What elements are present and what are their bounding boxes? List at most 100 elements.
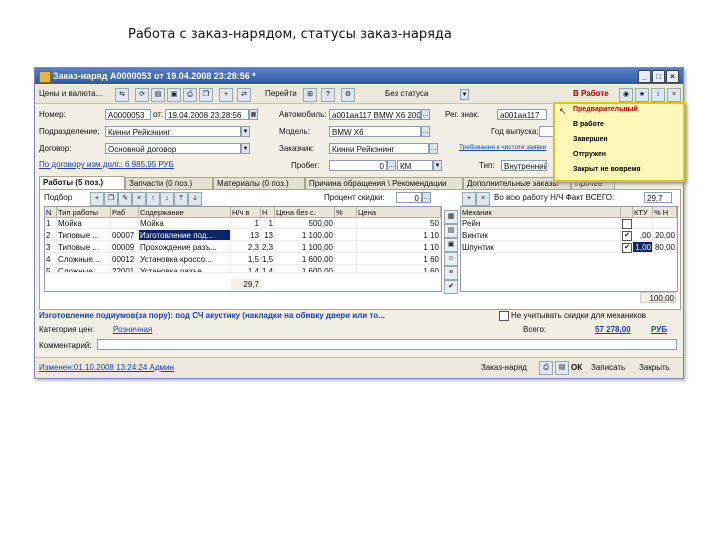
regnum-field[interactable]: a001aa117 [497, 109, 547, 120]
col-norm-hours[interactable]: Н/ч в [231, 207, 261, 218]
mechanics-all-value[interactable]: 29,7 [644, 192, 672, 203]
mileage-spin-button[interactable]: … [387, 160, 396, 171]
cell-n[interactable]: 5 [45, 266, 57, 273]
document-icon[interactable]: ▤ [151, 88, 165, 102]
cell-norm-hours[interactable]: 1,4 [231, 266, 261, 273]
cell-hours[interactable]: 2,3 [261, 242, 275, 253]
cell-work-type[interactable]: Типовые ... [57, 242, 111, 253]
discount-select-button[interactable]: … [422, 192, 431, 203]
cell-content[interactable]: Установка кроссо... [139, 254, 231, 265]
price-category-link[interactable]: Розничная [113, 325, 152, 334]
car-field[interactable]: a001aa117 BMW X6 2008 [329, 109, 421, 120]
cell-mechanic-percent[interactable]: 20,00 [653, 230, 677, 241]
cell-hours[interactable]: 1 [261, 218, 275, 229]
calc-icon[interactable]: ▦ [444, 210, 458, 224]
cell-price-no-discount[interactable]: 1 100,00 [275, 230, 335, 241]
mechanics-add-icon[interactable]: + [462, 192, 476, 206]
prices-currency-menu[interactable]: Цены и валюта... [39, 89, 102, 98]
type-field[interactable]: Внутренний [501, 160, 547, 171]
mechanic-checkbox[interactable] [622, 219, 632, 229]
cell-ktu[interactable]: ,00 [633, 230, 653, 241]
cell-code[interactable] [111, 218, 139, 229]
cell-price[interactable]: 1 60 [357, 254, 441, 265]
cell-code[interactable]: 00007 [111, 230, 139, 241]
cell-content[interactable]: Мойка [139, 218, 231, 229]
col-mechanic-check[interactable] [621, 207, 633, 218]
customer-field[interactable]: Кинни Рейкэнинг [329, 143, 429, 154]
cell-price[interactable]: 50 [357, 218, 441, 229]
close-window-button[interactable]: × [666, 70, 679, 83]
list-icon[interactable]: ≡ [444, 266, 458, 280]
print-order-icon[interactable]: ⎙ [539, 361, 553, 375]
cell-mechanic-percent[interactable]: 80,00 [653, 242, 677, 253]
cell-code[interactable]: 00009 [111, 242, 139, 253]
requirements-link[interactable]: Требования к чистоте заявки [459, 144, 546, 151]
model-select-button[interactable]: … [421, 126, 430, 137]
cell-price-no-discount[interactable]: 1 600,00 [275, 254, 335, 265]
status-dropdown[interactable]: Без статуса [385, 89, 428, 98]
col-price[interactable]: Цена [357, 207, 441, 218]
green-check-icon[interactable]: ✔ [444, 280, 458, 294]
tab-works[interactable]: Работы (5 поз.) [39, 176, 125, 189]
col-n[interactable]: N [45, 207, 57, 218]
cell-percent[interactable] [335, 230, 357, 241]
minimize-button[interactable]: _ [638, 70, 651, 83]
status-icon[interactable]: ◉ [619, 88, 633, 102]
cell-work-type[interactable]: Сложные... [57, 266, 111, 273]
cell-norm-hours[interactable]: 1 [231, 218, 261, 229]
cell-percent[interactable] [335, 254, 357, 265]
currency-link[interactable]: РУБ [651, 325, 667, 334]
changed-link[interactable]: Изменен:01.10.2008 13:24:24 Админ [39, 363, 174, 372]
move-up-icon[interactable]: ↑ [146, 192, 160, 206]
cell-price[interactable]: 1 10 [357, 242, 441, 253]
settings-icon[interactable]: ⚙ [341, 88, 355, 102]
cell-percent[interactable] [335, 242, 357, 253]
mechanic-checkbox[interactable]: ✔ [622, 243, 632, 253]
col-price-no-discount[interactable]: Цена без с. [275, 207, 335, 218]
calendar-icon[interactable]: ▦ [249, 109, 258, 120]
cell-price[interactable]: 1 10 [357, 230, 441, 241]
cell-hours[interactable]: 1,5 [261, 254, 275, 265]
status-current[interactable]: В Работе [573, 89, 609, 98]
col-percent-hours[interactable]: % Н [653, 207, 677, 218]
cell-price-no-discount[interactable]: 1 100,00 [275, 242, 335, 253]
col-mechanic[interactable]: Механик [461, 207, 621, 218]
discount-field[interactable]: 0 [396, 192, 422, 203]
people-icon[interactable]: ☺ [444, 252, 458, 266]
cell-hours[interactable]: 13 [261, 230, 275, 241]
contract-debt-link[interactable]: По договору изм.долг.: 6 985,95 РУБ [39, 160, 174, 169]
cell-price-no-discount[interactable]: 1 600,00 [275, 266, 335, 273]
structure-icon[interactable]: ⊞ [303, 88, 317, 102]
col-content[interactable]: Содержание [139, 207, 231, 218]
navigate-icon[interactable]: ⇄ [237, 88, 251, 102]
cell-hours[interactable]: 1,4 [261, 266, 275, 273]
status-menu-item-shipped[interactable]: Отгружен [573, 151, 606, 158]
cell-percent[interactable] [335, 218, 357, 229]
date-field[interactable]: 19.04.2008 23:28:56 [165, 109, 249, 120]
mechanics-delete-icon[interactable]: × [476, 192, 490, 206]
star-icon[interactable]: ★ [635, 88, 649, 102]
number-field[interactable]: А0000053 [105, 109, 151, 120]
maximize-button[interactable]: □ [652, 70, 665, 83]
cell-n[interactable]: 2 [45, 230, 57, 241]
contract-field[interactable]: Основной договор [105, 143, 241, 154]
print-icon[interactable]: ⎙ [183, 88, 197, 102]
status-menu-item-preliminary[interactable]: Предварительный [573, 106, 638, 113]
cell-content[interactable]: Прохождение разъ... [139, 242, 231, 253]
tab-reasons[interactable]: Причина обращения \ Рекомендации [305, 177, 463, 189]
cell-work-type[interactable]: Сложные... [57, 254, 111, 265]
cell-work-type[interactable]: Типовые ... [57, 230, 111, 241]
picker-button[interactable]: Подбор [44, 193, 72, 202]
sort-asc-icon[interactable]: ⇡ [174, 192, 188, 206]
division-dropdown[interactable]: ▼ [241, 126, 250, 137]
close-icon[interactable]: × [667, 88, 681, 102]
cell-content[interactable]: Установка разъе... [139, 266, 231, 273]
cell-ktu[interactable] [633, 218, 653, 229]
tab-parts[interactable]: Запчасти (0 поз.) [125, 177, 213, 189]
cell-mechanic-name[interactable]: Шпунтик [461, 242, 621, 253]
add-icon[interactable]: + [219, 88, 233, 102]
col-work-type[interactable]: Тип работы [57, 207, 111, 218]
division-field[interactable]: Кинни Рейкэнинг [105, 126, 241, 137]
status-menu-item-completed[interactable]: Завершен [573, 136, 608, 143]
copy-row-icon[interactable]: ❐ [104, 192, 118, 206]
